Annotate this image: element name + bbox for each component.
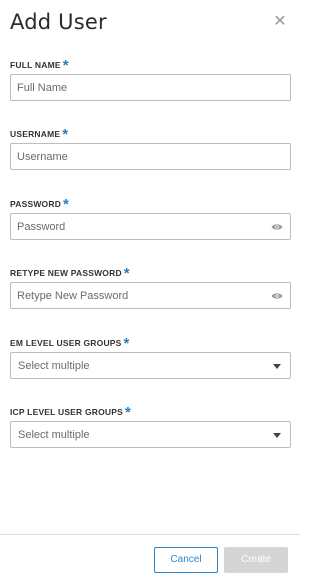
em-groups-select[interactable]: Select multiple [10,352,291,379]
required-asterisk: * [62,126,69,143]
password-label: PASSWORD [10,199,62,209]
password-field: PASSWORD * [10,193,291,240]
retype-password-input[interactable] [11,283,290,308]
required-asterisk: * [63,196,69,213]
password-input-box [10,213,291,240]
required-asterisk: * [123,265,130,282]
retype-password-field: RETYPE NEW PASSWORD * [10,262,291,309]
password-input[interactable] [11,214,290,239]
username-input-box [10,143,291,170]
em-groups-selected-value: Select multiple [18,360,90,372]
eye-icon[interactable] [271,291,283,301]
icp-groups-label: ICP LEVEL USER GROUPS [10,407,123,417]
chevron-down-icon [273,433,281,438]
icp-groups-selected-value: Select multiple [18,429,90,441]
required-asterisk: * [123,335,130,352]
create-button[interactable]: Create [224,547,288,573]
full-name-input[interactable] [11,75,290,100]
dialog-footer: Cancel Create [0,534,300,579]
icp-groups-field: ICP LEVEL USER GROUPS * Select multiple [10,401,291,448]
retype-password-input-box [10,282,291,309]
eye-icon[interactable] [271,222,283,232]
username-field: USERNAME * [10,123,291,170]
username-input[interactable] [11,144,290,169]
close-icon[interactable]: ✕ [270,12,290,32]
dialog-header: Add User ✕ [0,0,300,46]
full-name-label: FULL NAME [10,60,61,70]
cancel-button[interactable]: Cancel [154,547,218,573]
full-name-input-box [10,74,291,101]
required-asterisk: * [125,404,131,421]
username-label: USERNAME [10,129,61,139]
em-groups-label: EM LEVEL USER GROUPS [10,338,122,348]
full-name-field: FULL NAME * [10,54,291,101]
em-groups-field: EM LEVEL USER GROUPS * Select multiple [10,332,291,379]
dialog-title: Add User [10,10,107,34]
retype-password-label: RETYPE NEW PASSWORD [10,268,122,278]
chevron-down-icon [273,364,281,369]
required-asterisk: * [62,57,69,74]
icp-groups-select[interactable]: Select multiple [10,421,291,448]
